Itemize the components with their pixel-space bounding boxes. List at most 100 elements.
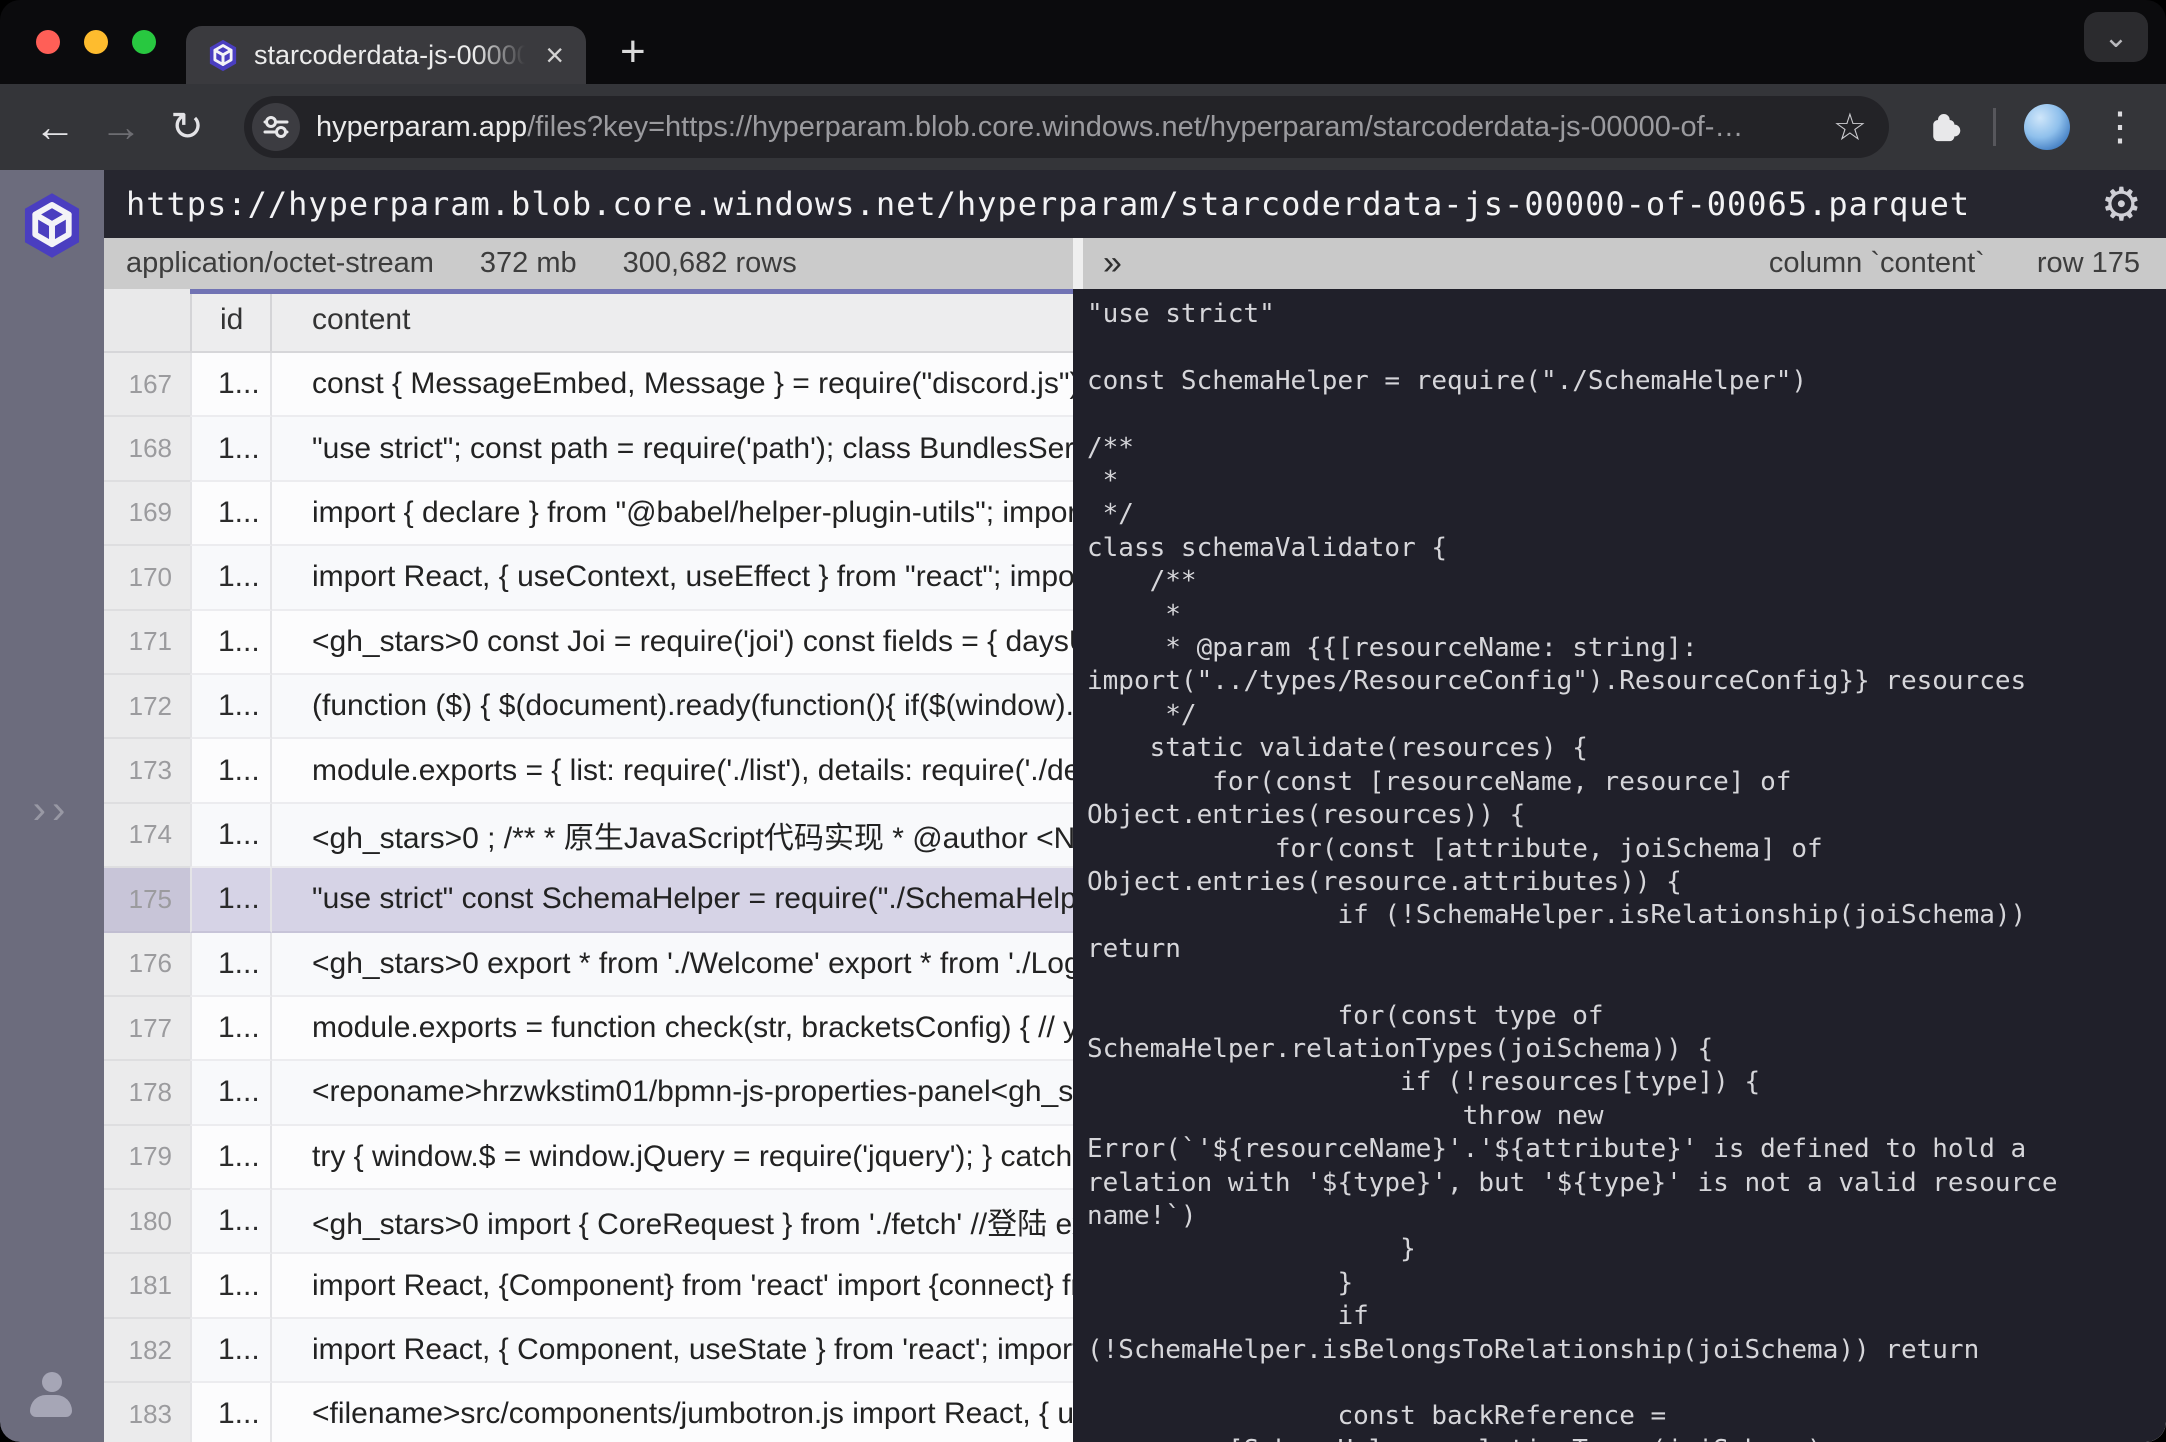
cell-content[interactable]: "use strict" const SchemaHelper = requir… (272, 868, 1073, 932)
cell-id[interactable]: 1... (190, 1383, 272, 1442)
cell-id[interactable]: 1... (190, 933, 272, 997)
row-number: 168 (104, 417, 190, 481)
cell-content[interactable]: <gh_stars>0 const Joi = require('joi') c… (272, 611, 1073, 675)
cell-id[interactable]: 1... (190, 997, 272, 1061)
sidebar-expand-icon[interactable]: ›› (0, 788, 104, 833)
browser-window: starcoderdata-js-00000-of-0 × + ⌄ ← → ↻ … (0, 0, 2166, 1442)
cell-content[interactable]: <gh_stars>0 export * from './Welcome' ex… (272, 933, 1073, 997)
table-row[interactable]: 175 1... "use strict" const SchemaHelper… (104, 868, 1073, 932)
cell-content[interactable]: try { window.$ = window.jQuery = require… (272, 1126, 1073, 1190)
row-number: 170 (104, 546, 190, 610)
cell-id[interactable]: 1... (190, 675, 272, 739)
cell-content[interactable]: (function ($) { $(document).ready(functi… (272, 675, 1073, 739)
cell-id[interactable]: 1... (190, 1190, 272, 1254)
table-row[interactable]: 181 1... import React, {Component} from … (104, 1254, 1073, 1318)
minimize-window-button[interactable] (84, 30, 108, 54)
table-row[interactable]: 174 1... <gh_stars>0 ; /** * 原生JavaScrip… (104, 804, 1073, 868)
cell-id[interactable]: 1... (190, 611, 272, 675)
collapse-panel-icon[interactable]: » (1103, 244, 1122, 283)
cell-id[interactable]: 1... (190, 868, 272, 932)
extensions-icon[interactable] (1925, 107, 1965, 147)
table-row[interactable]: 177 1... module.exports = function check… (104, 997, 1073, 1061)
cell-content[interactable]: import React, {Component} from 'react' i… (272, 1254, 1073, 1318)
cell-content[interactable]: <reponame>hrzwkstim01/bpmn-js-properties… (272, 1061, 1073, 1125)
app-sidebar: ›› (0, 170, 104, 1442)
row-number: 180 (104, 1190, 190, 1254)
cell-content[interactable]: import React, { useContext, useEffect } … (272, 546, 1073, 610)
row-number: 169 (104, 482, 190, 546)
browser-tab[interactable]: starcoderdata-js-00000-of-0 × (186, 26, 586, 84)
table-row[interactable]: 171 1... <gh_stars>0 const Joi = require… (104, 611, 1073, 675)
table-body: 167 1... const { MessageEmbed, Message }… (104, 353, 1073, 1442)
cell-content[interactable]: <gh_stars>0 import { CoreRequest } from … (272, 1190, 1073, 1254)
metadata-bar: application/octet-stream 372 mb 300,682 … (104, 238, 2166, 289)
cell-content[interactable]: import React, { Component, useState } fr… (272, 1319, 1073, 1383)
settings-gear-icon[interactable]: ⚙ (2101, 181, 2142, 227)
chrome-menu-icon[interactable]: ⋮ (2100, 107, 2140, 147)
cell-id[interactable]: 1... (190, 546, 272, 610)
hyperparam-logo-icon[interactable] (21, 192, 83, 259)
site-settings-icon[interactable] (252, 103, 300, 151)
new-tab-button[interactable]: + (620, 30, 646, 84)
bookmark-star-icon[interactable]: ☆ (1833, 105, 1867, 150)
content-type: application/octet-stream (126, 247, 434, 280)
detail-panel: "use strict" const SchemaHelper = requir… (1073, 289, 2166, 1442)
tab-search-button[interactable]: ⌄ (2084, 12, 2148, 62)
column-header-id[interactable]: id (190, 289, 272, 351)
url-path: /files?key=https://hyperparam.blob.core.… (527, 111, 1743, 143)
profile-avatar[interactable] (2024, 104, 2070, 150)
cell-content[interactable]: module.exports = { list: require('./list… (272, 739, 1073, 803)
cell-id[interactable]: 1... (190, 804, 272, 868)
row-number: 167 (104, 353, 190, 417)
cell-id[interactable]: 1... (190, 739, 272, 803)
table-row[interactable]: 179 1... try { window.$ = window.jQuery … (104, 1126, 1073, 1190)
table-row[interactable]: 169 1... import { declare } from "@babel… (104, 482, 1073, 546)
forward-button[interactable]: → (92, 106, 150, 148)
user-profile-icon[interactable] (30, 1372, 74, 1416)
close-window-button[interactable] (36, 30, 60, 54)
back-button[interactable]: ← (26, 106, 84, 148)
table-row[interactable]: 172 1... (function ($) { $(document).rea… (104, 675, 1073, 739)
hyperparam-app: ›› https://hyperparam.blob.core.windows.… (0, 170, 2166, 1442)
row-number: 172 (104, 675, 190, 739)
cell-id[interactable]: 1... (190, 482, 272, 546)
detail-panel-header: » column `content` row 175 (1083, 238, 2166, 289)
table-row[interactable]: 178 1... <reponame>hrzwkstim01/bpmn-js-p… (104, 1061, 1073, 1125)
table-row[interactable]: 176 1... <gh_stars>0 export * from './We… (104, 933, 1073, 997)
cell-id[interactable]: 1... (190, 1254, 272, 1318)
cell-id[interactable]: 1... (190, 1126, 272, 1190)
table-row[interactable]: 180 1... <gh_stars>0 import { CoreReques… (104, 1190, 1073, 1254)
table-row[interactable]: 182 1... import React, { Component, useS… (104, 1319, 1073, 1383)
cell-content[interactable]: const { MessageEmbed, Message } = requir… (272, 353, 1073, 417)
cell-content[interactable]: "use strict"; const path = require('path… (272, 417, 1073, 481)
close-tab-icon[interactable]: × (541, 39, 568, 71)
cell-detail-view[interactable]: "use strict" const SchemaHelper = requir… (1073, 289, 2166, 1442)
url-text[interactable]: hyperparam.app/files?key=https://hyperpa… (316, 111, 1819, 144)
address-bar[interactable]: hyperparam.app/files?key=https://hyperpa… (244, 96, 1889, 158)
zoom-window-button[interactable] (132, 30, 156, 54)
detail-row-label: row 175 (2037, 247, 2140, 280)
table-row[interactable]: 183 1... <filename>src/components/jumbot… (104, 1383, 1073, 1442)
table-row[interactable]: 173 1... module.exports = { list: requir… (104, 739, 1073, 803)
file-url: https://hyperparam.blob.core.windows.net… (126, 185, 2101, 223)
hyperparam-favicon (208, 39, 238, 72)
row-number: 173 (104, 739, 190, 803)
tab-strip: starcoderdata-js-00000-of-0 × + ⌄ (0, 0, 2166, 84)
cell-id[interactable]: 1... (190, 1061, 272, 1125)
cell-id[interactable]: 1... (190, 417, 272, 481)
cell-id[interactable]: 1... (190, 1319, 272, 1383)
column-header-content[interactable]: content (272, 289, 1073, 351)
cell-content[interactable]: <gh_stars>0 ; /** * 原生JavaScript代码实现 * @… (272, 804, 1073, 868)
file-url-header: https://hyperparam.blob.core.windows.net… (104, 170, 2166, 238)
table-row[interactable]: 170 1... import React, { useContext, use… (104, 546, 1073, 610)
cell-content[interactable]: <filename>src/components/jumbotron.js im… (272, 1383, 1073, 1442)
row-number: 177 (104, 997, 190, 1061)
panel-splitter[interactable] (1073, 238, 1083, 289)
reload-button[interactable]: ↻ (158, 107, 216, 147)
cell-id[interactable]: 1... (190, 353, 272, 417)
table-header-row: id content (104, 289, 1073, 353)
cell-content[interactable]: module.exports = function check(str, bra… (272, 997, 1073, 1061)
table-row[interactable]: 168 1... "use strict"; const path = requ… (104, 417, 1073, 481)
table-row[interactable]: 167 1... const { MessageEmbed, Message }… (104, 353, 1073, 417)
cell-content[interactable]: import { declare } from "@babel/helper-p… (272, 482, 1073, 546)
